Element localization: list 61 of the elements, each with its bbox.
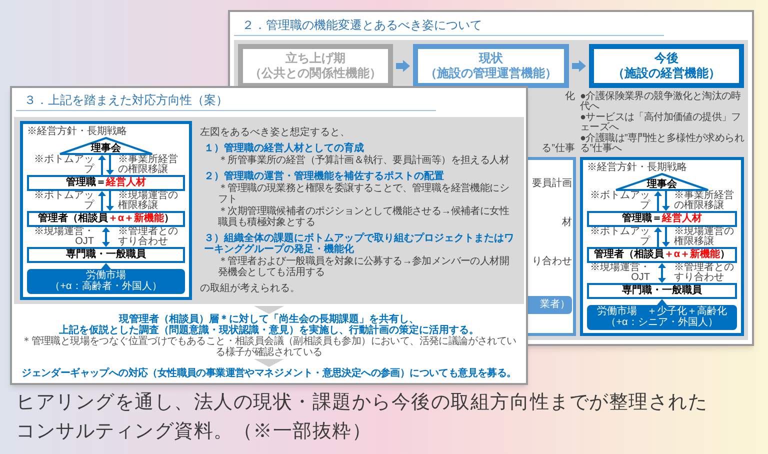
phase-text: 立ち上げ期 xyxy=(286,51,346,66)
board-label: 理事会 xyxy=(647,180,677,191)
phase-text: （施設の経営機能） xyxy=(612,66,720,81)
proposal-text: ジェンダーギャップへの対応（女性職員の事業運営やマネジメント・意思決定への参画）についても意見を募る。 xyxy=(22,368,516,379)
slide-title: ２．管理職の機能変遷とあるべき姿について xyxy=(234,12,664,36)
point-heading: １）管理職の経営人材としての育成 xyxy=(203,143,365,154)
link-note: ※管理者とのすり合わせ xyxy=(118,227,179,247)
bullet-fragment: 化 xyxy=(565,92,575,102)
down-arrow-icon xyxy=(254,359,284,367)
proposal-text: 現管理者（相談員）層＊に対して「尚生会の長期課題」を共有し、 xyxy=(119,314,419,325)
market-text: （+α：高齢者・外国人） xyxy=(49,282,163,292)
market-text: 労働市場 ＋少子化＋高齢化 xyxy=(596,307,728,317)
link-note: ※管理者とのすり合わせ xyxy=(674,263,735,283)
footnote-text: ＊管理職と現場をつなぐ位置づけでもあること・相談員会議（副相談員も参加）において、活発に議論がされている様子が確認されている xyxy=(20,336,518,358)
panel-fragment: 材 xyxy=(562,218,572,228)
point-bullet: ＊所管事業所の経営（予算計画＆執行、要員計画等）を担える人材 xyxy=(217,155,510,166)
link-note: ※ボトムアップ xyxy=(33,191,94,211)
right-arrow-icon xyxy=(396,60,410,72)
phase-text: 現状 xyxy=(478,51,503,66)
point-bullet: ＊管理職の現業務と権限を委譲することで、管理職を経営機能にシフト xyxy=(217,183,510,205)
tier-box: 管理職＝経営人材 xyxy=(27,175,185,191)
tier-box: 管理職＝経営人材 xyxy=(587,211,737,227)
phase-text: （公共との関係性機能） xyxy=(250,66,382,81)
phase-text: 今後 xyxy=(654,51,678,66)
point-bullet: ＊次期管理職候補者のポジションとして機能させる→候補者に女性職員も積極対象とする xyxy=(217,206,510,228)
market-text: （+α：シニア・外国人） xyxy=(605,318,719,328)
tier-box: 管理者（相談員＋α＋新機能） xyxy=(587,247,737,263)
body-text: 左図をあるべき姿と想定すると、 xyxy=(200,127,351,138)
tier-box: 専門職・一般職員 xyxy=(587,283,737,299)
panel-fragment: り合わせ xyxy=(532,257,572,268)
tier-box: 管理者（相談員＋α＋新機能） xyxy=(27,211,185,227)
body-text: の取組が考えられる。 xyxy=(200,283,301,294)
trend-bullet: ●介護職は”専門性と多様性が求められる”仕事へ xyxy=(580,134,744,154)
link-note: ※ボトムアップ xyxy=(589,191,650,211)
trend-bullet: ●介護保険業界の競争激化と淘汰の時代へ xyxy=(580,92,742,112)
link-note: ※ボトムアップ xyxy=(33,155,94,175)
market-text: 労働市場 xyxy=(86,271,127,281)
panel-fragment: 要員計画 xyxy=(532,178,572,189)
point-bullet: ＊管理者および一般職員を対象に公募する→参加メンバーの人材開発機会としても活用する xyxy=(217,256,510,278)
link-note: ※現場運営の権限移譲 xyxy=(118,191,179,211)
slide-title: ３．上記を踏まえた対応方向性（案） xyxy=(16,88,436,111)
point-heading: ２）管理職の運営・管理機能を補佐するポストの配置 xyxy=(203,171,445,182)
link-note: ※現場運営・OJT xyxy=(589,263,650,283)
up-down-arrows-icon xyxy=(653,227,671,247)
up-down-arrows-icon xyxy=(97,191,115,211)
caption-text: コンサルティング資料。（※一部抜粋） xyxy=(16,420,373,444)
link-note: ※現場運営の権限移譲 xyxy=(674,227,735,247)
trend-bullet: ●サービスは「高付加価値の提供」フェーズへ xyxy=(580,113,742,133)
link-note: ※ボトムアップ xyxy=(589,227,650,247)
board-label: 理事会 xyxy=(91,144,121,155)
bullet-fragment: る”仕事 xyxy=(542,144,575,154)
strategy-note: ※経営方針・長期戦略 xyxy=(587,163,687,173)
proposal-text: 上記を仮説とした調査（問題意識・現状認識・意見）を実施し、行動計画の策定に活用する。 xyxy=(59,325,479,336)
right-arrow-icon xyxy=(572,60,586,72)
caption-text: ヒアリングを通し、法人の現状・課題から今後の取組方向性までが整理された xyxy=(16,391,708,415)
phase-text: （施設の管理運営機能） xyxy=(424,66,557,81)
point-heading: ３）組織全体の課題にボトムアップで取り組むプロジェクトまたはワーキンググループの発足・機能化 xyxy=(203,233,515,255)
down-arrow-icon xyxy=(254,306,284,314)
link-note: ※現場運営・OJT xyxy=(33,227,94,247)
strategy-note: ※経営方針・長期戦略 xyxy=(27,127,127,137)
tier-box: 専門職・一般職員 xyxy=(27,247,185,263)
